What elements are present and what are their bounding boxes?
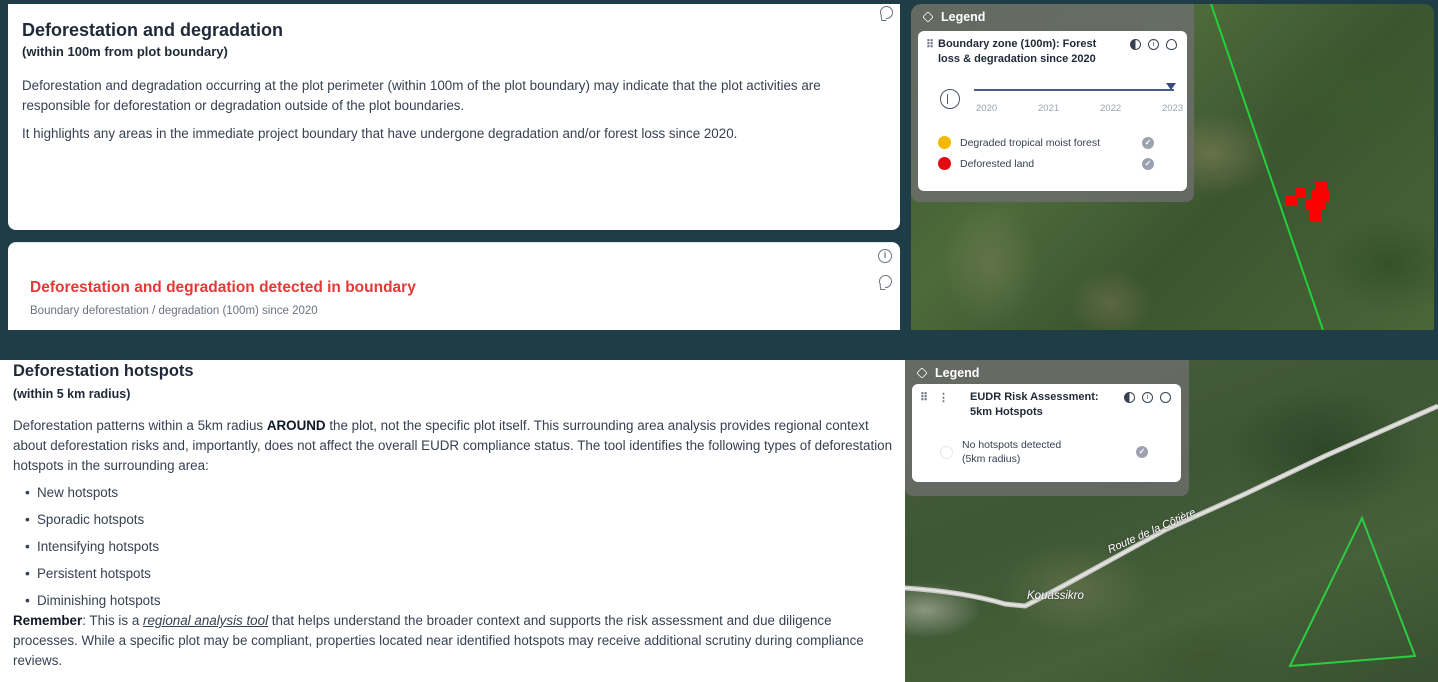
- more-options-icon[interactable]: ⋮: [938, 391, 949, 404]
- section-title: Deforestation and degradation: [22, 20, 284, 40]
- hide-layer-icon[interactable]: [1166, 39, 1177, 50]
- deforested-pixel: [1315, 182, 1327, 192]
- info-icon[interactable]: i: [878, 249, 892, 263]
- year-tick: 2022: [1100, 103, 1122, 114]
- section-highlight: It highlights any areas in the immediate…: [22, 126, 738, 141]
- deforested-pixel: [1296, 188, 1306, 198]
- section-subtitle: (within 100m from plot boundary): [22, 44, 228, 59]
- deforestation-degradation-card: Deforestation and degradation (within 10…: [8, 4, 900, 230]
- legend-header[interactable]: Legend: [916, 366, 979, 380]
- legend-label-no-hotspots: No hotspots detected (5km radius): [962, 439, 1062, 465]
- info-icon[interactable]: i: [1148, 39, 1159, 50]
- section-subtitle: (within 5 km radius): [13, 387, 131, 401]
- timeline-slider[interactable]: [974, 89, 1174, 91]
- list-item: Intensifying hotspots: [0, 533, 161, 560]
- legend-swatch-deforested: [938, 157, 951, 170]
- town-label: Kouassikro: [1027, 590, 1084, 602]
- hotspots-map[interactable]: Route de la Côtière Kouassikro Legend ⠿ …: [905, 360, 1438, 682]
- remember-note: Remember: This is a regional analysis to…: [13, 613, 864, 668]
- timeline-handle[interactable]: [1166, 83, 1176, 90]
- list-item: New hotspots: [0, 479, 161, 506]
- comment-icon[interactable]: [880, 6, 893, 19]
- section-description: Deforestation patterns within a 5km radi…: [13, 418, 893, 473]
- legend-panel: Legend ⠿ Boundary zone (100m): Forest lo…: [911, 4, 1194, 202]
- section-description: Deforestation and degradation occurring …: [22, 78, 821, 113]
- legend-swatch-degraded: [938, 136, 951, 149]
- comment-icon[interactable]: [879, 275, 892, 288]
- plot-boundary-polygon: [1288, 515, 1417, 668]
- layer-title: EUDR Risk Assessment: 5km Hotspots: [970, 391, 1099, 418]
- layers-icon: [916, 367, 928, 379]
- legend-label-degraded: Degraded tropical moist forest: [960, 137, 1101, 149]
- deforested-pixels: [1285, 182, 1329, 222]
- drag-handle-icon[interactable]: ⠿: [926, 38, 934, 51]
- opacity-icon[interactable]: [1124, 392, 1135, 403]
- drag-handle-icon[interactable]: ⠿: [920, 391, 928, 404]
- deforested-pixel: [1306, 200, 1326, 210]
- legend-layer-card: ⠿ ⋮ EUDR Risk Assessment: 5km Hotspots i…: [912, 384, 1181, 482]
- layer-title: Boundary zone (100m): Forest loss & degr…: [938, 38, 1097, 65]
- detection-result-card: i Deforestation and degradation detected…: [8, 242, 900, 330]
- deforested-pixel: [1309, 210, 1321, 222]
- check-icon[interactable]: ✓: [1142, 137, 1154, 149]
- legend-layer-card: ⠿ Boundary zone (100m): Forest loss & de…: [918, 31, 1187, 191]
- play-button[interactable]: [940, 89, 960, 109]
- legend-swatch-no-hotspots: [940, 446, 953, 459]
- check-icon[interactable]: ✓: [1142, 158, 1154, 170]
- check-icon[interactable]: ✓: [1136, 446, 1148, 458]
- list-item: Persistent hotspots: [0, 560, 161, 587]
- layers-icon: [922, 11, 934, 23]
- plot-boundary-line: [1210, 4, 1324, 330]
- info-icon[interactable]: i: [1142, 392, 1153, 403]
- regional-analysis-tool-link[interactable]: regional analysis tool: [143, 613, 268, 628]
- legend-header[interactable]: Legend: [922, 10, 985, 24]
- hotspot-types-list: New hotspots Sporadic hotspots Intensify…: [0, 479, 161, 614]
- hide-layer-icon[interactable]: [1160, 392, 1171, 403]
- hotspots-card: Deforestation hotspots (within 5 km radi…: [0, 360, 905, 682]
- detection-subtitle: Boundary deforestation / degradation (10…: [30, 305, 318, 317]
- deforested-pixel: [1285, 196, 1297, 206]
- boundary-map[interactable]: Legend ⠿ Boundary zone (100m): Forest lo…: [911, 4, 1434, 330]
- list-item: Diminishing hotspots: [0, 587, 161, 614]
- legend-panel: Legend ⠿ ⋮ EUDR Risk Assessment: 5km Hot…: [905, 360, 1189, 496]
- opacity-icon[interactable]: [1130, 39, 1141, 50]
- year-tick: 2023: [1162, 103, 1184, 114]
- section-title: Deforestation hotspots: [13, 362, 194, 380]
- list-item: Sporadic hotspots: [0, 506, 161, 533]
- year-tick: 2021: [1038, 103, 1060, 114]
- detection-title: Deforestation and degradation detected i…: [30, 279, 416, 296]
- legend-label-deforested: Deforested land: [960, 158, 1035, 170]
- year-tick: 2020: [976, 103, 998, 114]
